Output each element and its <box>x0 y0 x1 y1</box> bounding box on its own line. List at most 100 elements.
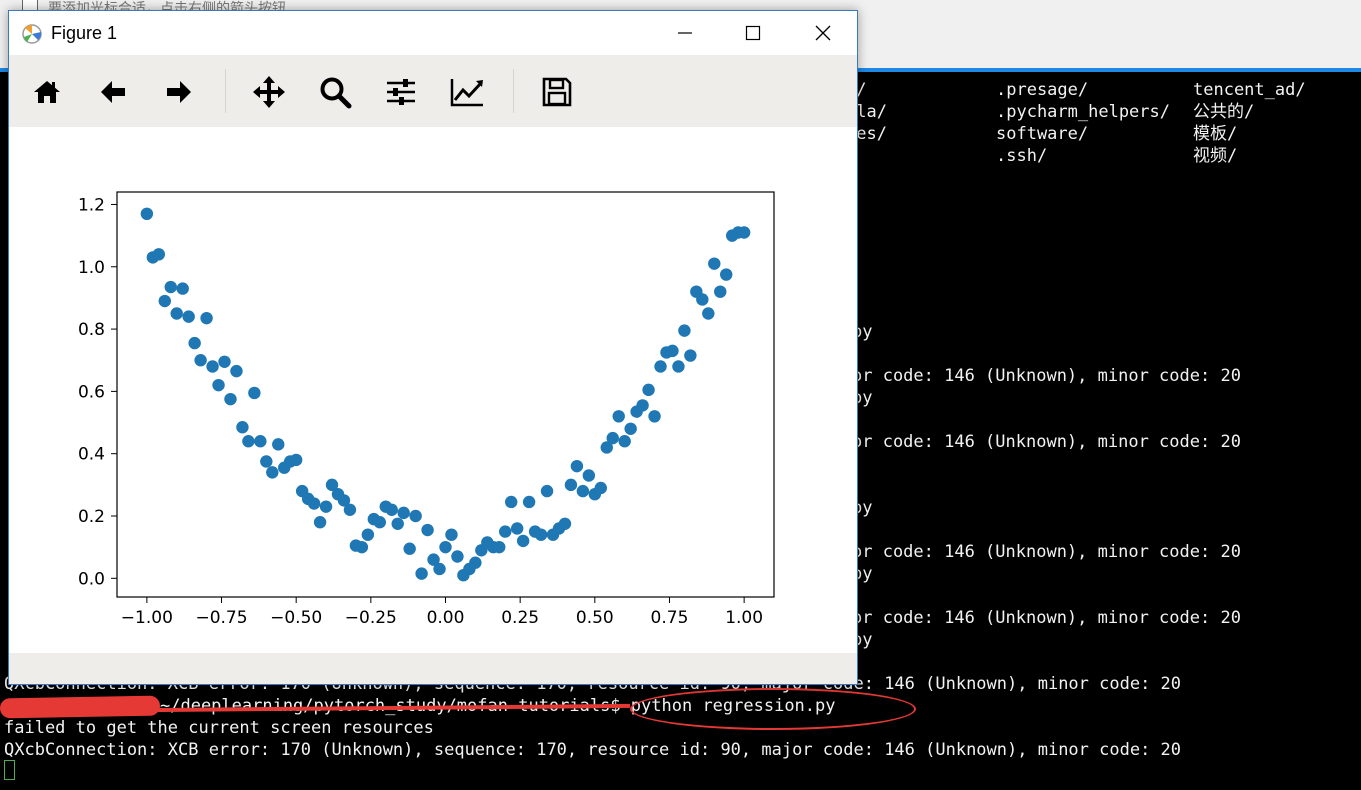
data-point <box>206 360 219 373</box>
data-point <box>445 528 458 541</box>
data-point <box>714 285 727 298</box>
data-point <box>505 495 518 509</box>
back-button[interactable] <box>93 72 133 112</box>
data-point <box>666 344 679 358</box>
terminal-line: or code: 146 (Unknown), minor code: 20 <box>852 542 1241 562</box>
pan-button[interactable] <box>249 72 289 112</box>
data-point <box>170 307 183 320</box>
data-point <box>564 478 578 492</box>
data-point <box>612 410 625 423</box>
data-point <box>409 509 422 523</box>
toolbar-separator <box>513 69 514 113</box>
data-point <box>648 410 661 423</box>
redaction-mark <box>0 695 161 719</box>
data-point <box>618 435 631 448</box>
data-point <box>672 360 685 373</box>
terminal-line: or code: 146 (Unknown), minor code: 20 <box>852 366 1241 386</box>
data-point <box>594 481 607 495</box>
data-point <box>158 294 171 308</box>
data-point <box>182 310 195 323</box>
terminal-line: .ssh/ <box>996 146 1048 166</box>
data-point <box>200 311 213 325</box>
highlight-circle <box>630 688 916 730</box>
data-point <box>218 355 231 368</box>
data-point <box>307 497 321 510</box>
subplots-button[interactable] <box>381 72 421 112</box>
y-tick-label: 0.0 <box>78 569 105 589</box>
data-point <box>540 484 554 498</box>
edit-axis-button[interactable] <box>447 72 487 112</box>
data-point <box>720 268 733 281</box>
data-point <box>254 435 267 448</box>
close-button[interactable] <box>789 11 857 55</box>
window-titlebar[interactable]: Figure 1 <box>9 11 857 55</box>
plot-canvas[interactable]: −1.00 −0.75 −0.50 −0.25 0.00 0.25 0.50 0.75 1.00… <box>9 127 857 653</box>
y-tick-label: 1.0 <box>78 258 105 278</box>
zoom-button[interactable] <box>315 72 355 112</box>
x-tick-label: 1.00 <box>725 608 763 628</box>
data-point <box>415 567 428 580</box>
data-point <box>636 399 649 412</box>
data-point <box>499 525 512 538</box>
data-point <box>164 280 177 294</box>
data-point <box>242 435 255 448</box>
data-point <box>319 500 333 513</box>
data-point <box>355 540 369 554</box>
figure-window[interactable]: Figure 1 −1.00 −0.75 −0.50 −0.25 0.00 0.… <box>8 10 858 685</box>
data-point <box>272 438 285 451</box>
x-tick-label: −0.75 <box>195 608 247 628</box>
data-point <box>439 540 452 554</box>
data-point <box>236 421 249 434</box>
data-point <box>248 386 261 400</box>
data-point <box>654 360 667 373</box>
minimize-icon <box>678 32 692 34</box>
data-point <box>212 378 225 392</box>
terminal-line: software/ <box>996 124 1089 144</box>
data-point <box>510 522 524 535</box>
data-point <box>260 455 273 468</box>
minimize-button[interactable] <box>651 11 719 55</box>
data-point <box>678 324 691 337</box>
y-tick-label: 0.8 <box>78 320 105 340</box>
subplots-icon <box>387 79 415 105</box>
x-tick-label: −0.50 <box>270 608 322 628</box>
save-button[interactable] <box>537 72 577 112</box>
maximize-button[interactable] <box>719 11 787 55</box>
home-icon <box>34 81 60 103</box>
data-point <box>343 503 357 516</box>
x-tick-label: 0.75 <box>651 608 689 628</box>
forward-button[interactable] <box>159 72 199 112</box>
data-point <box>708 257 721 270</box>
data-point <box>737 226 751 239</box>
data-point <box>624 422 637 435</box>
y-tick-label: 0.4 <box>78 445 105 465</box>
terminal-line: .presage/ <box>996 80 1089 100</box>
terminal-cursor <box>4 760 15 780</box>
data-point <box>696 293 709 306</box>
data-point <box>385 503 398 516</box>
terminal-line: tencent_ad/ <box>1193 80 1306 100</box>
data-point <box>451 550 464 563</box>
terminal-line: 公共的/ <box>1193 102 1255 122</box>
data-point <box>289 453 303 467</box>
back-arrow-icon <box>101 81 125 103</box>
forward-arrow-icon <box>167 81 191 103</box>
data-point <box>606 431 619 445</box>
data-point <box>266 466 279 479</box>
x-tick-label: 0.25 <box>501 608 539 628</box>
y-tick-label: 1.2 <box>78 195 105 215</box>
data-point <box>361 528 375 541</box>
x-tick-label: −0.25 <box>345 608 397 628</box>
x-tick-label: 0.50 <box>576 608 614 628</box>
data-point <box>391 517 404 530</box>
data-point <box>403 542 416 555</box>
close-icon <box>815 25 831 41</box>
edit-axis-icon <box>450 79 483 107</box>
home-button[interactable] <box>27 72 67 112</box>
matplotlib-app-icon <box>22 24 42 44</box>
toolbar-separator <box>225 69 226 113</box>
terminal-line: 视频/ <box>1193 146 1238 166</box>
terminal-line: .pycharm_helpers/ <box>996 102 1170 122</box>
zoom-icon <box>320 77 352 109</box>
terminal-line: 模板/ <box>1193 124 1238 144</box>
